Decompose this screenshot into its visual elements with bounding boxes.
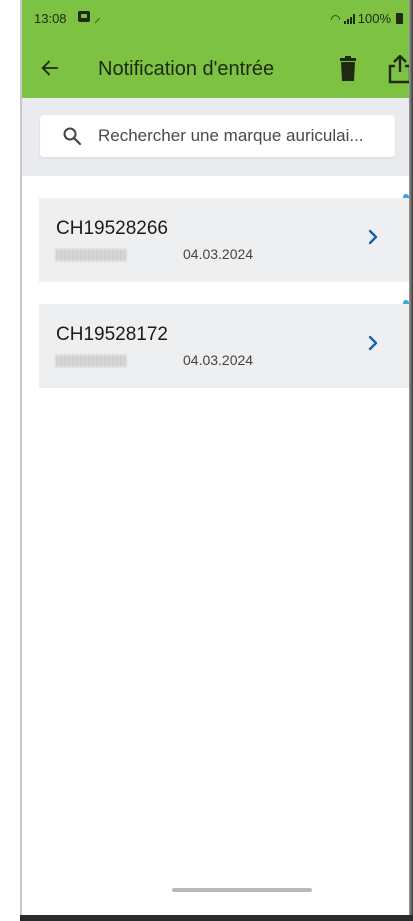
chevron-right-icon <box>368 335 378 351</box>
status-time: 13:08 <box>34 11 67 26</box>
device-bottom-edge <box>20 915 413 921</box>
arrow-left-icon <box>41 60 59 76</box>
gallery-notification-icon <box>78 11 90 22</box>
back-button[interactable] <box>36 54 64 82</box>
redacted-text <box>56 355 126 367</box>
list-item[interactable]: CH19528172 04.03.2024 <box>39 304 409 388</box>
item-date: 04.03.2024 <box>183 352 254 368</box>
battery-percent: 100% <box>357 11 391 26</box>
home-gesture-bar[interactable] <box>172 888 312 892</box>
wifi-icon: ◠ <box>330 11 341 26</box>
page-title: Notification d'entrée <box>98 58 275 80</box>
chevron-right-icon <box>368 229 378 245</box>
redacted-text <box>56 249 126 261</box>
device-edge <box>409 0 413 921</box>
battery-icon <box>396 13 403 24</box>
app-bar: Notification d'entrée <box>22 44 413 98</box>
signal-icon <box>343 13 355 24</box>
status-indicators: ◠ 100% <box>330 11 403 26</box>
search-section: Rechercher une marque auriculai... <box>22 98 413 176</box>
search-placeholder: Rechercher une marque auriculai... <box>98 126 364 145</box>
search-input[interactable]: Rechercher une marque auriculai... <box>40 115 395 157</box>
ear-tag-number: CH19528266 <box>56 218 168 239</box>
tool-notification-icon: ⸝ <box>94 10 101 25</box>
ear-tag-number: CH19528172 <box>56 324 168 345</box>
status-bar: 13:08 ⸝ ◠ 100% <box>22 0 413 32</box>
phone-screen: 13:08 ⸝ ◠ 100% Notification d'entrée Rec… <box>20 0 413 921</box>
item-date: 04.03.2024 <box>183 246 254 262</box>
trash-icon <box>340 56 356 81</box>
delete-button[interactable] <box>338 56 362 84</box>
list-item[interactable]: CH19528266 04.03.2024 <box>39 198 409 282</box>
search-icon <box>63 127 82 146</box>
